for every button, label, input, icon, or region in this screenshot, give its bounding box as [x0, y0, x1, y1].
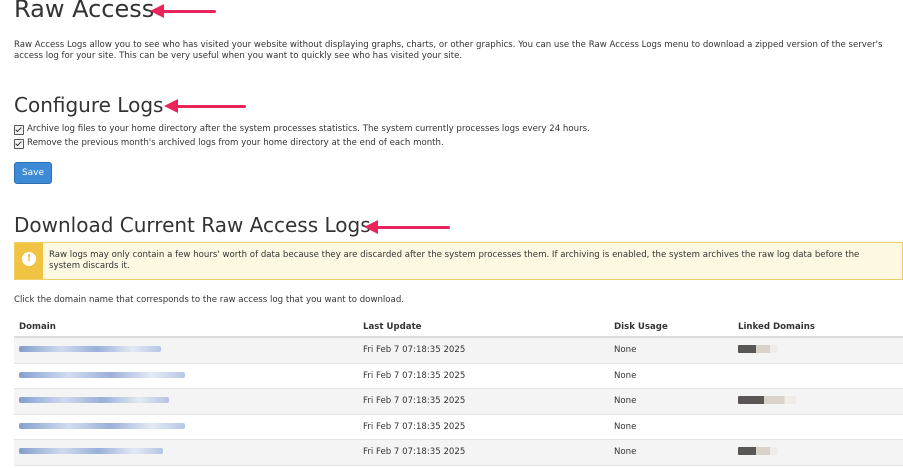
- last-update-cell: Fri Feb 7 07:18:35 2025: [358, 439, 609, 466]
- last-update-cell: Fri Feb 7 07:18:35 2025: [358, 363, 609, 389]
- disk-usage-cell: None: [609, 439, 733, 466]
- archive-logs-checkbox[interactable]: [14, 124, 24, 135]
- domain-link-redacted[interactable]: [19, 397, 169, 404]
- column-header-disk-usage[interactable]: Disk Usage: [609, 318, 733, 338]
- table-row: Fri Feb 7 07:18:35 2025 None: [14, 388, 903, 415]
- linked-domains-redacted: [738, 344, 778, 353]
- table-row: Fri Feb 7 07:18:35 2025 None: [14, 363, 903, 389]
- intro-text: Raw Access Logs allow you to see who has…: [14, 40, 883, 61]
- download-instructions: Click the domain name that corresponds t…: [14, 295, 405, 305]
- annotation-arrow-configure: [164, 99, 246, 113]
- disk-usage-cell: None: [609, 414, 733, 440]
- remove-archived-option[interactable]: Remove the previous month's archived log…: [14, 138, 444, 149]
- domain-link-redacted[interactable]: [19, 422, 185, 429]
- annotation-arrow-download: [364, 220, 450, 234]
- table-row: Fri Feb 7 07:18:35 2025 None: [14, 439, 903, 466]
- domain-link-redacted[interactable]: [19, 346, 161, 353]
- column-header-domain[interactable]: Domain: [14, 318, 358, 338]
- table-row: Fri Feb 7 07:18:35 2025 None: [14, 414, 903, 440]
- linked-domains-redacted: [738, 446, 778, 455]
- linked-domains-redacted: [738, 395, 796, 404]
- last-update-cell: Fri Feb 7 07:18:35 2025: [358, 388, 609, 415]
- raw-logs-table: Domain Last Update Disk Usage Linked Dom…: [14, 318, 903, 466]
- annotation-arrow-title: [150, 4, 216, 18]
- disk-usage-cell: None: [609, 388, 733, 415]
- download-logs-heading: Download Current Raw Access Logs: [14, 213, 371, 237]
- remove-archived-label: Remove the previous month's archived log…: [27, 138, 444, 148]
- disk-usage-cell: None: [609, 337, 733, 364]
- archive-logs-option[interactable]: Archive log files to your home directory…: [14, 124, 590, 135]
- table-row: Fri Feb 7 07:18:35 2025 None: [14, 337, 903, 364]
- page-title: Raw Access: [14, 0, 155, 23]
- warning-alert: ! Raw logs may only contain a few hours'…: [14, 242, 903, 280]
- warning-alert-text: Raw logs may only contain a few hours' w…: [49, 250, 860, 271]
- domain-link-redacted[interactable]: [19, 371, 185, 378]
- column-header-linked-domains: Linked Domains: [733, 318, 903, 338]
- remove-archived-checkbox[interactable]: [14, 138, 24, 149]
- save-button[interactable]: Save: [14, 162, 52, 184]
- column-header-last-update[interactable]: Last Update: [358, 318, 609, 338]
- exclamation-icon: !: [22, 252, 36, 266]
- configure-logs-heading: Configure Logs: [14, 93, 164, 117]
- disk-usage-cell: None: [609, 363, 733, 389]
- archive-logs-label: Archive log files to your home directory…: [27, 124, 590, 134]
- table-header-row: Domain Last Update Disk Usage Linked Dom…: [14, 318, 903, 338]
- domain-link-redacted[interactable]: [19, 448, 163, 455]
- last-update-cell: Fri Feb 7 07:18:35 2025: [358, 414, 609, 440]
- last-update-cell: Fri Feb 7 07:18:35 2025: [358, 337, 609, 364]
